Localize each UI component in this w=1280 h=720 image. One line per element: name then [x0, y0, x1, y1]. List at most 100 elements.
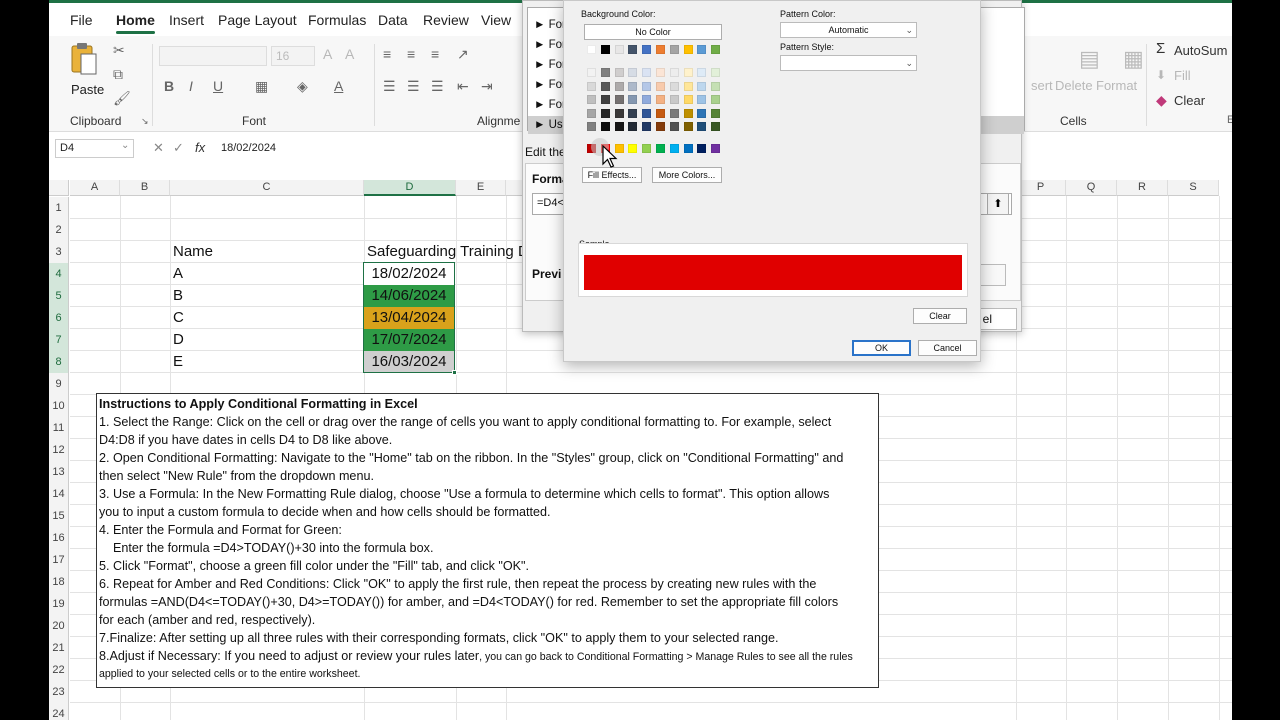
insert-cells-label[interactable]: sert: [1031, 78, 1053, 93]
color-swatch-shade[interactable]: [587, 122, 596, 131]
color-swatch-theme[interactable]: [628, 45, 638, 54]
name-box-dropdown-icon[interactable]: ⌄: [121, 140, 129, 151]
increase-font-icon[interactable]: A: [323, 46, 332, 62]
color-swatch-theme[interactable]: [697, 45, 707, 54]
confirm-edit-icon[interactable]: ✓: [173, 140, 184, 156]
row-header[interactable]: 23: [49, 681, 69, 703]
delete-cells-icon[interactable]: ▤: [1079, 46, 1100, 72]
color-swatch-shade[interactable]: [683, 68, 693, 77]
color-swatch-shade[interactable]: [587, 68, 596, 77]
column-header-d[interactable]: D: [364, 180, 456, 196]
cut-icon[interactable]: ✂: [113, 42, 125, 59]
color-swatch-shade[interactable]: [587, 95, 596, 104]
decrease-indent-icon[interactable]: ⇤: [457, 78, 469, 95]
font-name-box[interactable]: [159, 46, 267, 66]
rule-type-item[interactable]: ► For: [534, 99, 566, 111]
color-swatch-shade[interactable]: [587, 108, 596, 118]
clear-label[interactable]: Clear: [1174, 93, 1205, 108]
color-swatch-shade[interactable]: [600, 108, 610, 118]
rule-type-item[interactable]: ► For: [534, 59, 566, 71]
row-header[interactable]: 1: [49, 197, 69, 219]
row-header[interactable]: 20: [49, 615, 69, 637]
delete-cells-label[interactable]: Delete: [1055, 78, 1093, 93]
no-color-button[interactable]: No Color: [584, 24, 722, 40]
color-swatch-shade[interactable]: [614, 108, 624, 118]
color-swatch-shade[interactable]: [600, 95, 610, 104]
color-swatch-shade[interactable]: [600, 122, 610, 131]
row-header[interactable]: 18: [49, 571, 69, 593]
align-right-icon[interactable]: ☰: [431, 78, 444, 95]
row-header[interactable]: 4: [49, 263, 69, 285]
color-swatch-shade[interactable]: [683, 81, 693, 91]
color-swatch-shade[interactable]: [656, 95, 665, 104]
cell-c5[interactable]: B: [173, 285, 183, 307]
color-swatch-shade[interactable]: [587, 81, 596, 91]
tab-page-layout[interactable]: Page Layout: [218, 12, 297, 28]
clipboard-launcher-icon[interactable]: ↘: [141, 116, 149, 127]
color-swatch-shade[interactable]: [614, 122, 624, 131]
color-swatch-shade[interactable]: [669, 122, 679, 131]
color-swatch-shade[interactable]: [711, 81, 721, 91]
pattern-style-dropdown[interactable]: ⌄: [780, 55, 917, 71]
cell-c4[interactable]: A: [173, 263, 183, 285]
column-header-s[interactable]: S: [1168, 180, 1219, 196]
fill-color-icon[interactable]: ◈: [297, 78, 308, 95]
color-swatch-shade[interactable]: [600, 81, 610, 91]
color-swatch-theme[interactable]: [669, 45, 679, 54]
row-header[interactable]: 22: [49, 659, 69, 681]
color-swatch-shade[interactable]: [642, 122, 652, 131]
color-swatch-shade[interactable]: [628, 95, 638, 104]
color-swatch-theme[interactable]: [587, 45, 596, 54]
color-swatch-shade[interactable]: [614, 95, 624, 104]
row-header[interactable]: 8: [49, 351, 69, 373]
row-header[interactable]: 19: [49, 593, 69, 615]
color-swatch-shade[interactable]: [656, 68, 665, 77]
color-swatch-shade[interactable]: [628, 122, 638, 131]
color-swatch-standard[interactable]: [683, 144, 693, 153]
color-swatch-standard[interactable]: [642, 144, 652, 153]
cell-c6[interactable]: C: [173, 307, 184, 329]
color-swatch-standard[interactable]: [628, 144, 638, 153]
color-swatch-shade[interactable]: [642, 81, 652, 91]
color-swatch-shade[interactable]: [642, 68, 652, 77]
color-swatch-shade[interactable]: [683, 108, 693, 118]
column-header-p[interactable]: P: [1016, 180, 1066, 196]
paste-button[interactable]: Paste: [69, 42, 104, 98]
color-swatch-shade[interactable]: [711, 95, 721, 104]
color-swatch-shade[interactable]: [697, 122, 707, 131]
row-header[interactable]: 5: [49, 285, 69, 307]
color-swatch-shade[interactable]: [697, 108, 707, 118]
format-cells-label[interactable]: Format: [1096, 78, 1137, 93]
cancel-edit-icon[interactable]: ✕: [153, 140, 164, 156]
row-header[interactable]: 11: [49, 417, 69, 439]
column-header-a[interactable]: A: [70, 180, 120, 196]
color-swatch-shade[interactable]: [669, 95, 679, 104]
fill-label[interactable]: Fill: [1174, 68, 1191, 83]
cell-c3-name-header[interactable]: Name: [173, 241, 213, 263]
row-header[interactable]: 24: [49, 703, 69, 720]
color-swatch-shade[interactable]: [711, 68, 721, 77]
color-swatch-shade[interactable]: [697, 81, 707, 91]
orientation-icon[interactable]: ↗: [457, 46, 469, 63]
color-swatch-shade[interactable]: [628, 81, 638, 91]
row-header[interactable]: 13: [49, 461, 69, 483]
align-bottom-icon[interactable]: ≡: [431, 46, 439, 62]
rule-type-item[interactable]: ► For: [534, 39, 566, 51]
clear-button[interactable]: Clear: [913, 308, 967, 324]
row-header[interactable]: 6: [49, 307, 69, 329]
italic-icon[interactable]: I: [189, 78, 193, 94]
bold-icon[interactable]: B: [164, 78, 174, 94]
color-swatch-standard[interactable]: [669, 144, 679, 153]
color-swatch-shade[interactable]: [614, 81, 624, 91]
color-swatch-shade[interactable]: [628, 108, 638, 118]
clear-icon[interactable]: ◆: [1156, 92, 1167, 109]
color-swatch-shade[interactable]: [642, 95, 652, 104]
fill-icon[interactable]: ⬇: [1156, 68, 1166, 82]
row-header[interactable]: 17: [49, 549, 69, 571]
color-swatch-standard[interactable]: [697, 144, 707, 153]
collapse-dialog-icon[interactable]: ⬆: [987, 193, 1009, 215]
instructions-textbox[interactable]: Instructions to Apply Conditional Format…: [96, 393, 879, 688]
column-header-r[interactable]: R: [1117, 180, 1168, 196]
rule-type-item[interactable]: ► For: [534, 79, 566, 91]
align-center-icon[interactable]: ☰: [407, 78, 420, 95]
